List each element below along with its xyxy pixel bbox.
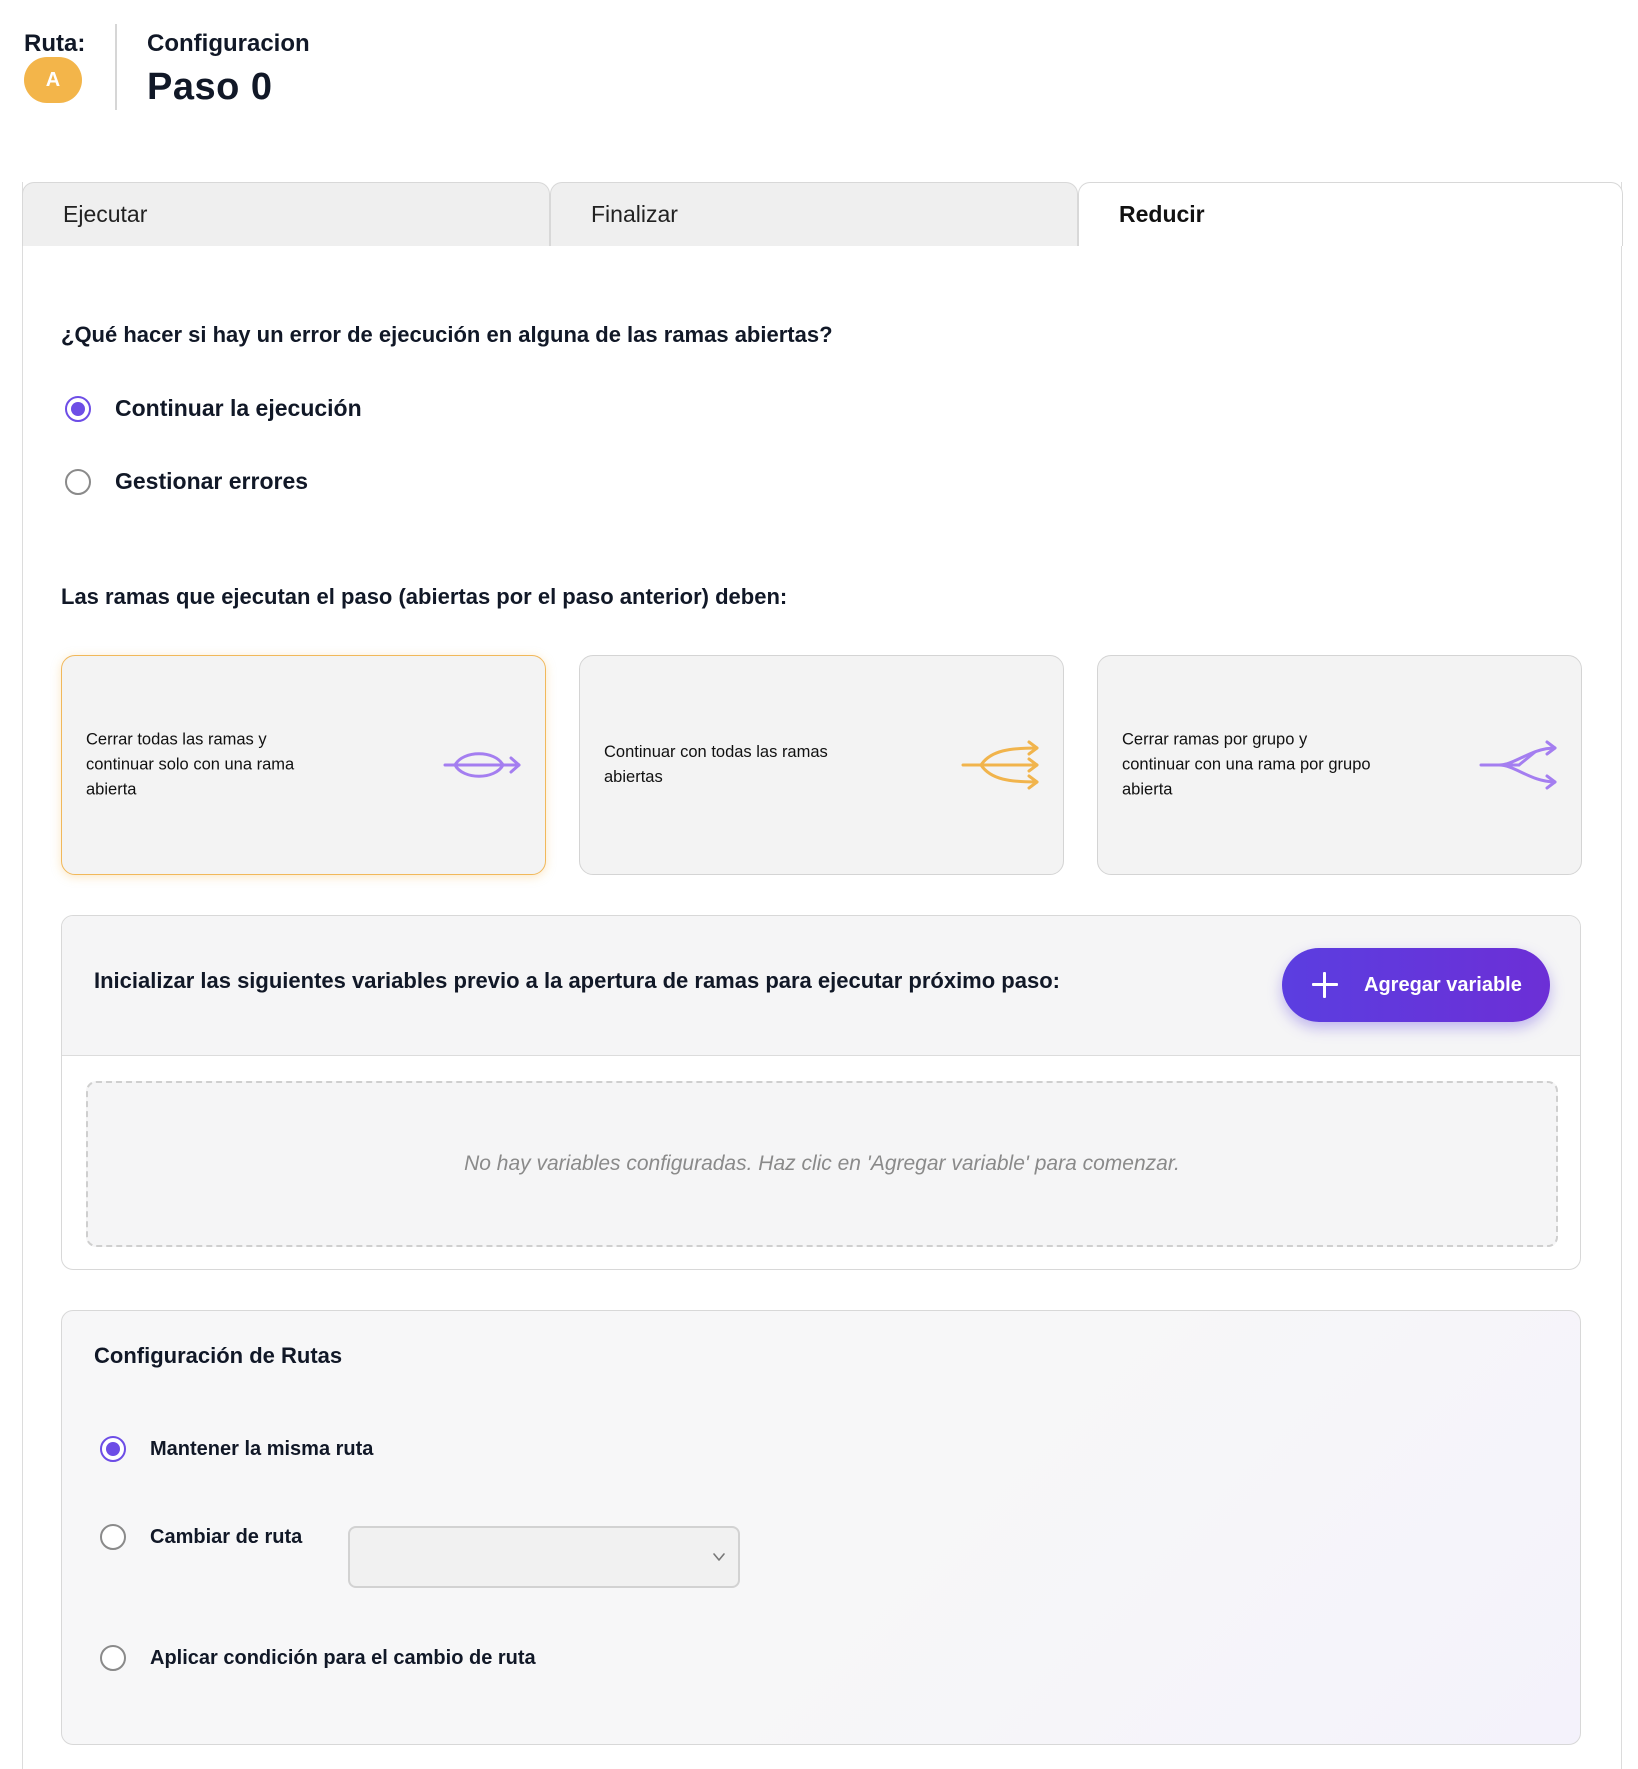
radio-label: Gestionar errores: [115, 468, 309, 494]
radio-keep-route[interactable]: Mantener la misma ruta: [100, 1436, 373, 1462]
chevron-down-icon: [713, 1553, 725, 1561]
add-variable-button[interactable]: Agregar variable: [1282, 948, 1550, 1022]
empty-message: No hay variables configuradas. Haz clic …: [464, 1152, 1180, 1175]
page-title: Paso 0: [147, 66, 273, 108]
group-branches-icon: [1479, 740, 1557, 790]
tab-reducir[interactable]: Reducir: [1078, 182, 1623, 246]
route-badge: A: [24, 57, 82, 103]
branches-title: Las ramas que ejecutan el paso (abiertas…: [61, 584, 788, 609]
radio-continue-execution[interactable]: Continuar la ejecución: [65, 395, 362, 422]
card-text: Cerrar ramas por grupo y continuar con u…: [1122, 730, 1371, 799]
radio-change-route[interactable]: Cambiar de ruta: [100, 1524, 302, 1550]
tab-finalizar[interactable]: Finalizar: [550, 182, 1078, 246]
plus-icon: [1312, 972, 1338, 998]
header-divider: [115, 24, 117, 110]
variables-empty-state: No hay variables configuradas. Haz clic …: [86, 1081, 1558, 1247]
split-branches-icon: [961, 740, 1039, 790]
radio-button[interactable]: [65, 468, 91, 495]
radio-handle-errors[interactable]: Gestionar errores: [65, 468, 308, 495]
card-text: Cerrar todas las ramas y continuar solo …: [86, 730, 295, 799]
radio-button[interactable]: [65, 395, 91, 422]
add-variable-label: Agregar variable: [1364, 973, 1522, 996]
route-indicator: Ruta:: [24, 30, 104, 58]
card-text: Continuar con todas las ramas abiertas: [604, 743, 828, 786]
variables-title: Inicializar las siguientes variables pre…: [94, 968, 1060, 993]
merge-branches-icon: [443, 752, 521, 778]
route-label: Ruta:: [24, 30, 86, 57]
branch-option-close-all[interactable]: Cerrar todas las ramas y continuar solo …: [61, 655, 546, 875]
branch-option-continue-all[interactable]: Continuar con todas las ramas abiertas: [579, 655, 1064, 875]
radio-button[interactable]: [100, 1645, 126, 1671]
routes-config-section: Configuración de Rutas Mantener la misma…: [61, 1310, 1581, 1745]
tab-bar: Ejecutar Finalizar Reducir: [22, 182, 1623, 246]
radio-label: Mantener la misma ruta: [150, 1437, 374, 1460]
variables-header: Inicializar las siguientes variables pre…: [62, 916, 1580, 1056]
radio-label: Cambiar de ruta: [150, 1525, 303, 1548]
tab-ejecutar[interactable]: Ejecutar: [22, 182, 550, 246]
variables-section: Inicializar las siguientes variables pre…: [61, 915, 1581, 1270]
radio-label: Continuar la ejecución: [115, 395, 362, 421]
radio-label: Aplicar condición para el cambio de ruta: [150, 1646, 536, 1669]
radio-button[interactable]: [100, 1436, 126, 1462]
branch-option-close-by-group[interactable]: Cerrar ramas por grupo y continuar con u…: [1097, 655, 1582, 875]
error-question: ¿Qué hacer si hay un error de ejecución …: [61, 322, 833, 347]
routes-title: Configuración de Rutas: [94, 1343, 343, 1368]
route-select[interactable]: [348, 1526, 740, 1588]
radio-conditional-route[interactable]: Aplicar condición para el cambio de ruta: [100, 1645, 536, 1671]
config-label: Configuracion: [147, 30, 310, 57]
radio-button[interactable]: [100, 1524, 126, 1550]
